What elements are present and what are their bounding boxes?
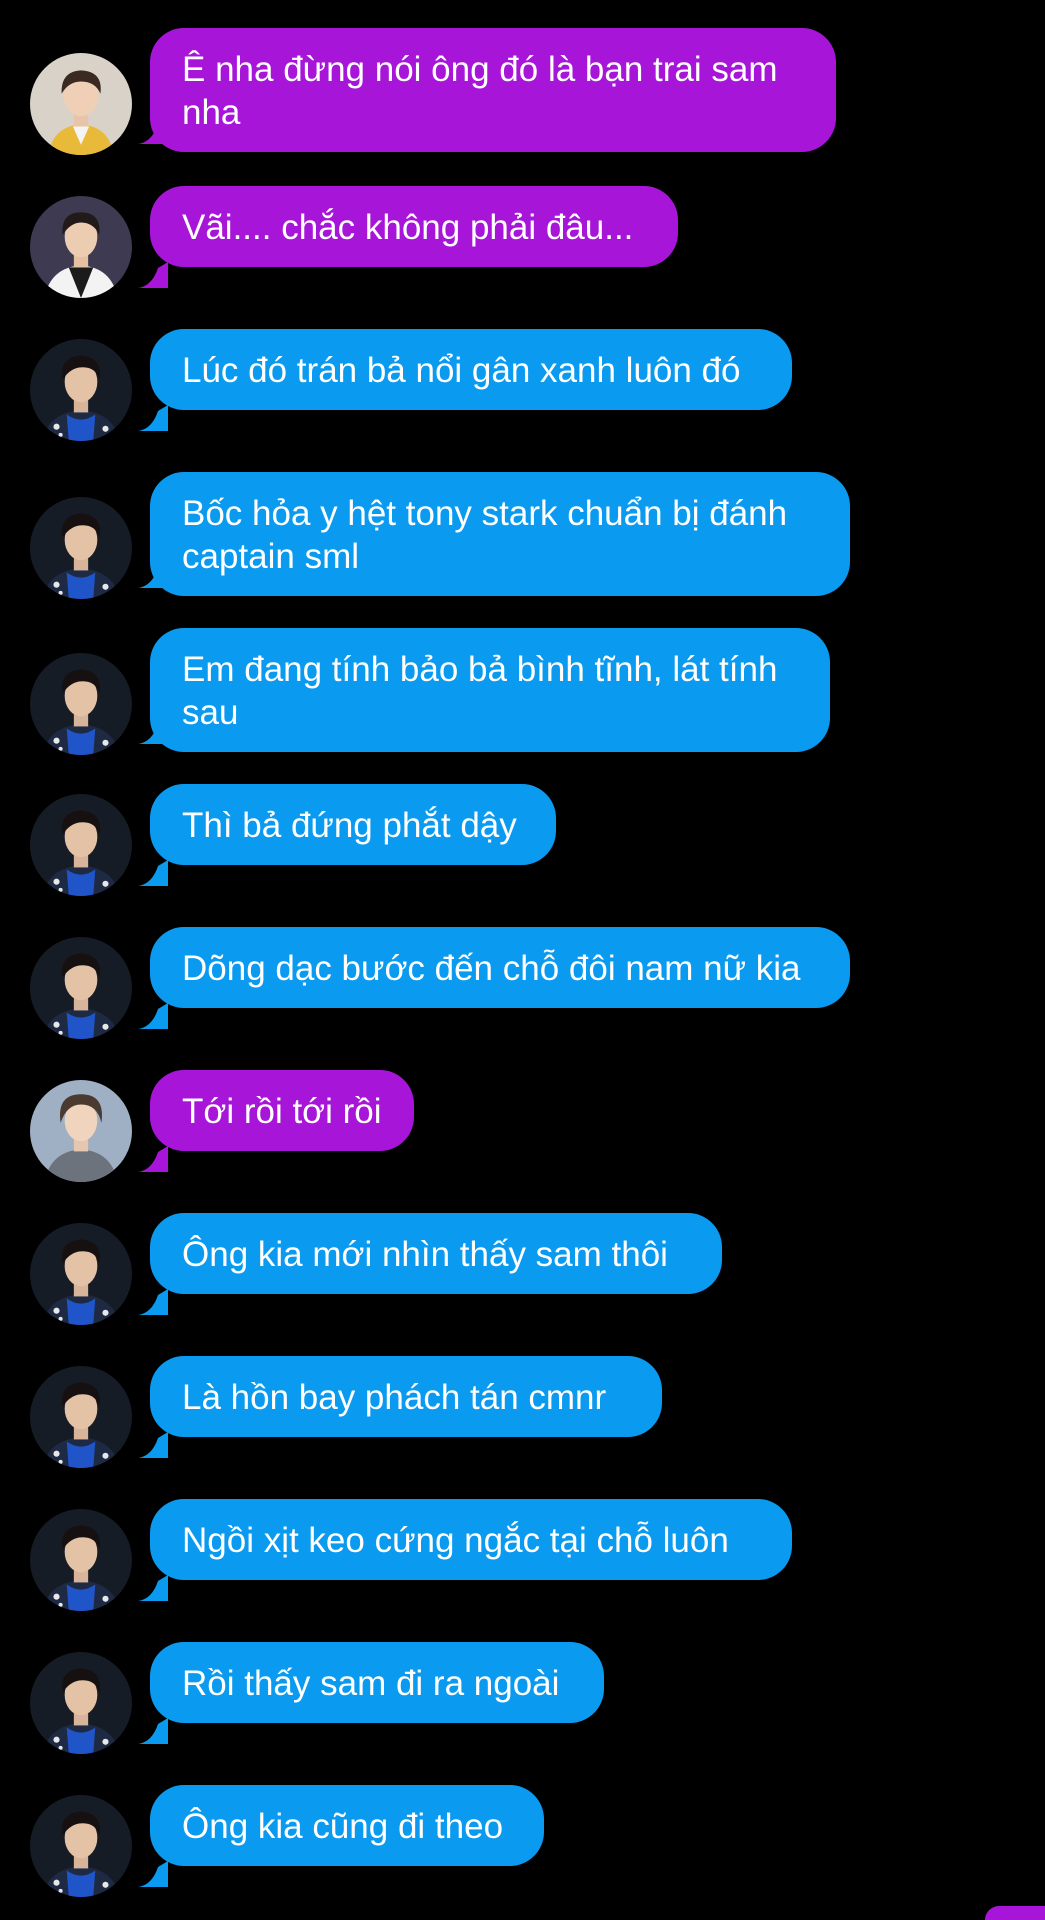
avatar[interactable] (30, 1366, 132, 1468)
message-bubble[interactable]: Lúc đó trán bả nổi gân xanh luôn đó (150, 329, 792, 410)
message-bubble[interactable]: Ê nha đừng nói ông đó là bạn trai sam nh… (150, 28, 836, 152)
tail-shape (138, 1146, 168, 1172)
tail-shape (138, 405, 168, 431)
tail-shape (138, 1432, 168, 1458)
avatar[interactable] (30, 196, 132, 298)
bubble-tail (138, 860, 168, 886)
avatar[interactable] (30, 1080, 132, 1182)
avatar[interactable] (30, 937, 132, 1039)
tail-shape (138, 262, 168, 288)
avatar[interactable] (30, 339, 132, 441)
bubble-tail (138, 1575, 168, 1601)
tail-shape (138, 860, 168, 886)
avatar[interactable] (30, 53, 132, 155)
bubble-tail (138, 1861, 168, 1887)
message-bubble[interactable]: Là hồn bay phách tán cmnr (150, 1356, 662, 1437)
bubble-tail (138, 1146, 168, 1172)
tail-shape (138, 1003, 168, 1029)
tail-shape (138, 1718, 168, 1744)
tail-shape (138, 1575, 168, 1601)
bubble-tail (138, 405, 168, 431)
bubble-tail (138, 1432, 168, 1458)
avatar[interactable] (30, 794, 132, 896)
chat-thread: Ê nha đừng nói ông đó là bạn trai sam nh… (0, 0, 1045, 1920)
bubble-tail (138, 1289, 168, 1315)
message-bubble[interactable]: Rồi thấy sam đi ra ngoài (150, 1642, 604, 1723)
message-bubble[interactable]: Bốc hỏa y hệt tony stark chuẩn bị đánh c… (150, 472, 850, 596)
avatar[interactable] (30, 1652, 132, 1754)
message-bubble[interactable]: Em đang tính bảo bả bình tĩnh, lát tính … (150, 628, 830, 752)
tail-shape (138, 1861, 168, 1887)
bubble-tail (138, 1718, 168, 1744)
message-bubble[interactable]: Ông kia cũng đi theo (150, 1785, 544, 1866)
message-bubble[interactable]: Thì bả đứng phắt dậy (150, 784, 556, 865)
avatar[interactable] (30, 1223, 132, 1325)
bubble-tail (138, 262, 168, 288)
bubble-tail (138, 1003, 168, 1029)
message-bubble[interactable]: Ngồi xịt keo cứng ngắc tại chỗ luôn (150, 1499, 792, 1580)
message-bubble[interactable]: Vãi.... chắc không phải đâu... (150, 186, 678, 267)
avatar[interactable] (30, 1795, 132, 1897)
avatar[interactable] (30, 1509, 132, 1611)
avatar[interactable] (30, 497, 132, 599)
avatar[interactable] (30, 653, 132, 755)
message-bubble[interactable]: Ông kia mới nhìn thấy sam thôi (150, 1213, 722, 1294)
message-bubble[interactable]: Tới rồi tới rồi (150, 1070, 414, 1151)
partial-message-bubble (985, 1906, 1045, 1920)
message-bubble[interactable]: Dõng dạc bước đến chỗ đôi nam nữ kia (150, 927, 850, 1008)
tail-shape (138, 1289, 168, 1315)
